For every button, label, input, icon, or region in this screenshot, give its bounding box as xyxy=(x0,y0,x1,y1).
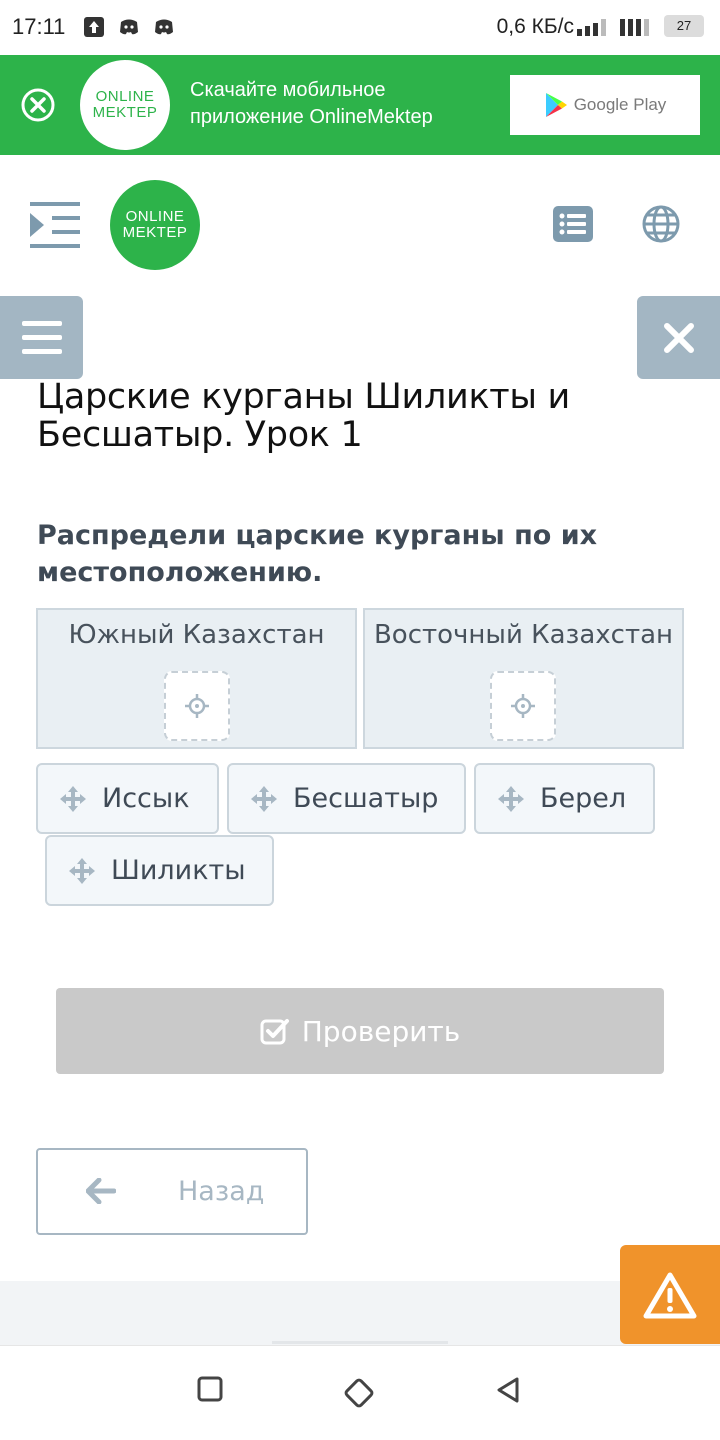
close-tab[interactable] xyxy=(637,296,720,379)
task-instruction: Распредели царские курганы по их местопо… xyxy=(37,520,598,588)
drop-zone-label: Восточный Казахстан xyxy=(373,620,674,650)
open-menu-tab[interactable] xyxy=(0,296,83,379)
drop-zone-east-kazakhstan[interactable]: Восточный Казахстан xyxy=(363,608,684,749)
network-speed: 0,6 КБ/с xyxy=(496,15,574,38)
lesson-title: Царские курганы Шиликты и Бесшатыр. Урок… xyxy=(37,377,571,455)
google-play-icon xyxy=(545,93,567,117)
upload-icon xyxy=(84,17,104,37)
onlinemektep-logo: ONLINE MEKTEP xyxy=(80,60,170,150)
move-icon xyxy=(498,785,524,812)
divider xyxy=(272,1341,448,1344)
promo-text: Скачайте мобильное приложение OnlineMekt… xyxy=(190,79,433,128)
close-banner-icon[interactable] xyxy=(20,87,56,123)
back-nav-icon[interactable] xyxy=(495,1376,521,1404)
arrow-left-icon xyxy=(86,1178,116,1204)
move-icon xyxy=(60,785,86,812)
drag-item-berel[interactable]: Берел xyxy=(474,763,655,834)
drag-item-label: Иссык xyxy=(102,783,190,814)
home-icon[interactable] xyxy=(342,1376,376,1410)
onlinemektep-logo[interactable]: ONLINE MEKTEP xyxy=(110,180,200,270)
back-button-label: Назад xyxy=(178,1176,265,1207)
drag-item-issyk[interactable]: Иссык xyxy=(36,763,219,834)
signal-icon xyxy=(577,19,606,36)
page-footer-area xyxy=(0,1281,720,1345)
move-icon xyxy=(251,785,277,812)
signal-icon xyxy=(620,19,649,36)
system-nav-bar xyxy=(0,1345,720,1440)
menu-indent-icon[interactable] xyxy=(30,202,82,248)
drag-item-label: Берел xyxy=(540,783,627,814)
battery-indicator: 27 xyxy=(664,15,704,37)
google-play-button[interactable]: Google Play xyxy=(510,75,700,135)
list-icon[interactable] xyxy=(553,206,593,242)
site-header: ONLINE MEKTEP xyxy=(0,155,720,295)
drop-slot[interactable] xyxy=(164,671,230,741)
status-time: 17:11 xyxy=(12,14,66,39)
drop-slot[interactable] xyxy=(490,671,556,741)
drag-item-label: Шиликты xyxy=(111,855,246,886)
discord-icon xyxy=(120,19,138,35)
google-play-label: Google Play xyxy=(573,95,667,114)
back-button[interactable]: Назад xyxy=(36,1148,308,1235)
hamburger-icon xyxy=(21,320,62,354)
check-button-label: Проверить xyxy=(301,1014,461,1048)
drag-item-besshatyr[interactable]: Бесшатыр xyxy=(227,763,466,834)
close-icon xyxy=(663,322,694,353)
check-button[interactable]: Проверить xyxy=(56,988,664,1074)
move-icon xyxy=(69,857,95,884)
crosshair-icon xyxy=(185,694,209,718)
drag-item-label: Бесшатыр xyxy=(293,783,439,814)
drag-item-shilikty[interactable]: Шиликты xyxy=(45,835,274,906)
globe-icon[interactable] xyxy=(641,204,681,244)
checkbox-check-icon xyxy=(260,1019,289,1045)
report-problem-button[interactable] xyxy=(620,1245,720,1344)
crosshair-icon xyxy=(511,694,535,718)
status-bar: 17:11 0,6 КБ/с 27 xyxy=(0,0,720,55)
app-promo-banner: ONLINE MEKTEP Скачайте мобильное приложе… xyxy=(0,55,720,155)
discord-icon xyxy=(155,19,173,35)
drop-zone-south-kazakhstan[interactable]: Южный Казахстан xyxy=(36,608,357,749)
drop-zone-label: Южный Казахстан xyxy=(68,620,325,650)
recent-apps-icon[interactable] xyxy=(197,1376,223,1402)
warning-icon xyxy=(643,1272,697,1318)
